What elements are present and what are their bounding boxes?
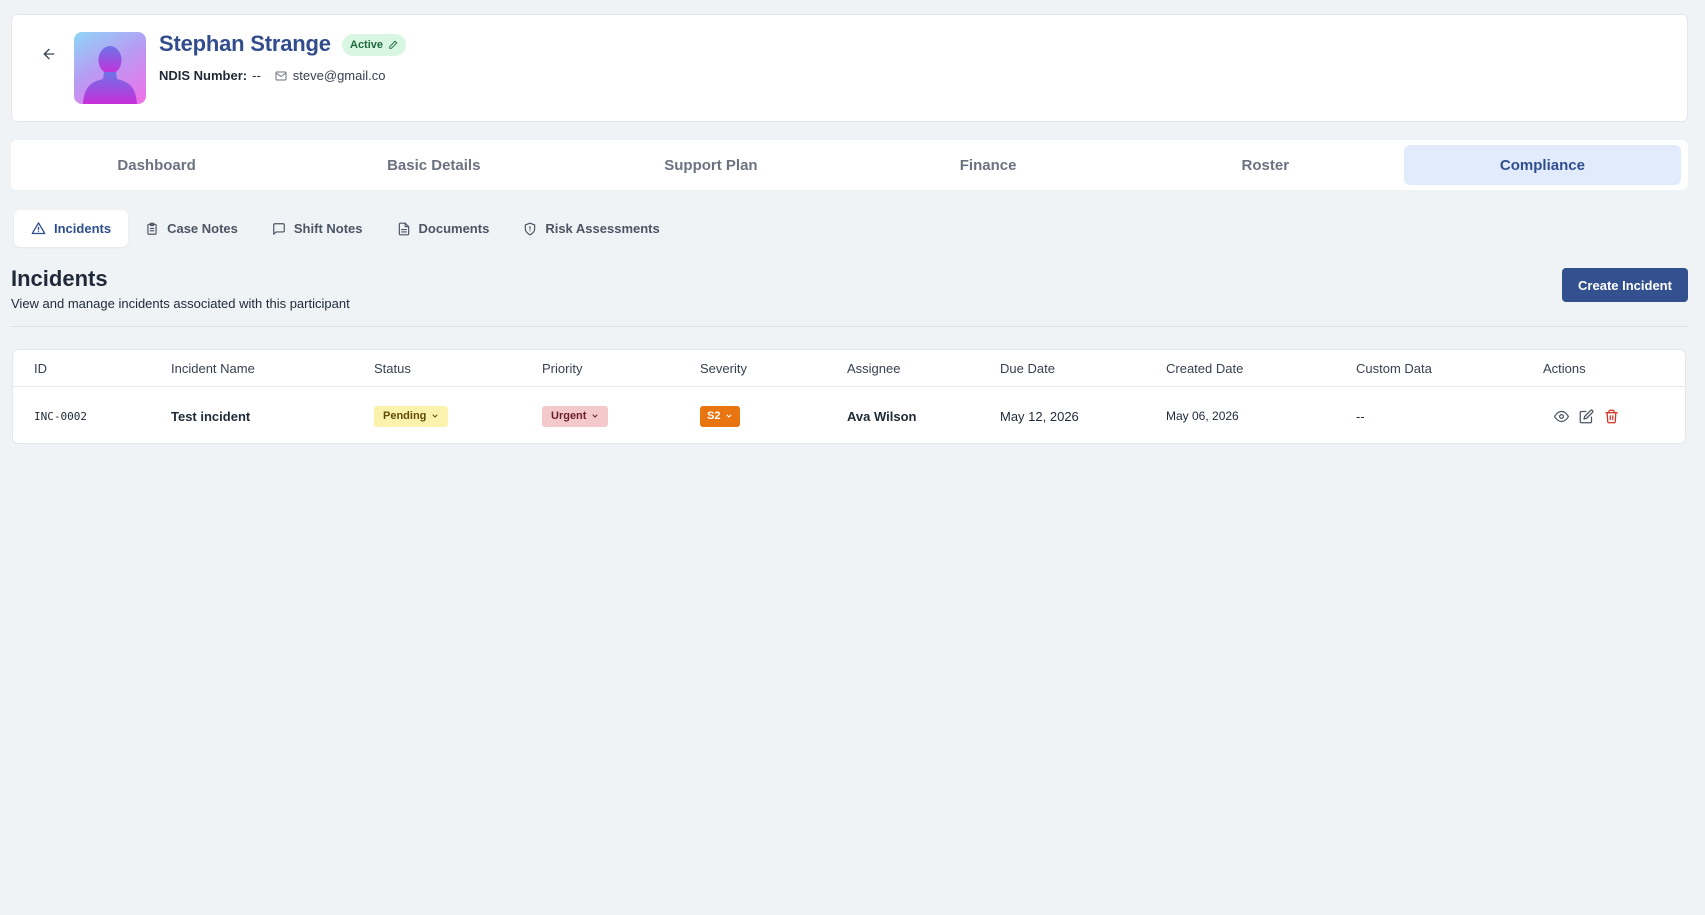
- chevron-down-icon: [592, 414, 598, 418]
- cell-assignee: Ava Wilson: [847, 408, 917, 424]
- tab-dashboard[interactable]: Dashboard: [18, 145, 295, 185]
- section-divider: [11, 326, 1688, 327]
- user-silhouette-icon: [83, 46, 137, 104]
- pencil-icon: [389, 40, 398, 49]
- view-button[interactable]: [1553, 408, 1570, 425]
- status-value: Pending: [383, 410, 427, 422]
- create-incident-button[interactable]: Create Incident: [1562, 268, 1688, 302]
- column-header-assignee[interactable]: Assignee: [847, 350, 900, 387]
- status-badge-label: Active: [350, 39, 384, 51]
- severity-dropdown[interactable]: S2: [700, 405, 741, 427]
- column-header-priority[interactable]: Priority: [542, 350, 582, 387]
- arrow-left-icon: [43, 48, 55, 60]
- subtab-risk-assessments-label: Risk Assessments: [545, 221, 660, 236]
- main-tabs: Dashboard Basic Details Support Plan Fin…: [11, 140, 1688, 190]
- eye-icon: [1554, 410, 1569, 422]
- incidents-table: ID Incident Name Status Priority Severit…: [12, 349, 1686, 444]
- avatar: [74, 32, 146, 104]
- chevron-down-icon: [432, 414, 438, 418]
- tab-roster[interactable]: Roster: [1127, 145, 1404, 185]
- message-square-icon: [273, 222, 285, 235]
- subtab-case-notes[interactable]: Case Notes: [128, 210, 255, 247]
- section-title: Incidents: [11, 266, 108, 291]
- status-dropdown[interactable]: Pending: [374, 405, 449, 427]
- column-header-severity[interactable]: Severity: [700, 350, 747, 387]
- cell-actions: [1553, 388, 1620, 444]
- subtab-incidents-label: Incidents: [54, 221, 112, 236]
- column-header-id[interactable]: ID: [34, 350, 47, 387]
- cell-custom-data: --: [1356, 408, 1365, 424]
- priority-dropdown[interactable]: Urgent: [542, 405, 609, 427]
- shield-icon: [525, 222, 536, 235]
- subtab-documents[interactable]: Documents: [380, 210, 507, 247]
- cell-created-date: May 06, 2026: [1166, 409, 1239, 423]
- severity-value: S2: [707, 410, 721, 422]
- edit-icon: [1579, 409, 1594, 423]
- cell-due-date: May 12, 2026: [1000, 408, 1079, 424]
- profile-header: Stephan Strange Active NDIS Number: -- s…: [11, 14, 1688, 122]
- subtab-incidents[interactable]: Incidents: [14, 210, 129, 247]
- clipboard-icon: [147, 222, 157, 235]
- tab-basic-details[interactable]: Basic Details: [295, 145, 572, 185]
- subtab-risk-assessments[interactable]: Risk Assessments: [506, 210, 676, 247]
- edit-button[interactable]: [1578, 408, 1595, 425]
- column-header-actions: Actions: [1543, 361, 1586, 376]
- subtab-documents-label: Documents: [418, 221, 490, 236]
- trash-icon: [1605, 409, 1618, 423]
- ndis-value: --: [252, 68, 261, 83]
- column-header-incident-name[interactable]: Incident Name: [171, 350, 255, 387]
- section-subtitle: View and manage incidents associated wit…: [11, 296, 350, 311]
- subtab-case-notes-label: Case Notes: [167, 221, 238, 236]
- cell-severity: S2: [700, 388, 741, 444]
- tab-support-plan[interactable]: Support Plan: [572, 145, 849, 185]
- column-header-status[interactable]: Status: [374, 350, 411, 387]
- ndis-label: NDIS Number:: [159, 68, 248, 83]
- column-header-due-date[interactable]: Due Date: [1000, 350, 1055, 387]
- mail-icon: [275, 71, 287, 80]
- cell-id: INC-0002: [34, 409, 87, 423]
- cell-priority: Urgent: [542, 388, 609, 444]
- email: steve@gmail.co: [275, 68, 386, 83]
- cell-incident-name: Test incident: [171, 408, 251, 424]
- back-button[interactable]: [34, 39, 64, 69]
- table-header: ID Incident Name Status Priority Severit…: [13, 350, 1685, 387]
- profile-meta: NDIS Number: -- steve@gmail.co: [159, 68, 385, 83]
- subtab-shift-notes[interactable]: Shift Notes: [255, 210, 380, 247]
- warning-triangle-icon: [31, 222, 46, 235]
- status-badge[interactable]: Active: [342, 34, 407, 56]
- tab-finance[interactable]: Finance: [850, 145, 1127, 185]
- cell-status: Pending: [374, 388, 449, 444]
- file-text-icon: [398, 222, 409, 235]
- priority-value: Urgent: [551, 410, 587, 422]
- column-header-created-date[interactable]: Created Date: [1166, 350, 1243, 387]
- tab-compliance[interactable]: Compliance: [1403, 145, 1682, 185]
- delete-button[interactable]: [1603, 408, 1620, 425]
- column-header-custom-data[interactable]: Custom Data: [1356, 350, 1432, 387]
- table-row[interactable]: INC-0002 Test incident Pending Urgent S2…: [13, 388, 1685, 444]
- subtab-shift-notes-label: Shift Notes: [293, 221, 363, 236]
- compliance-subtabs: Incidents Case Notes Shift Notes Documen…: [14, 210, 677, 247]
- chevron-down-icon: [726, 414, 732, 418]
- email-text: steve@gmail.co: [292, 68, 386, 83]
- participant-name: Stephan Strange: [159, 31, 331, 56]
